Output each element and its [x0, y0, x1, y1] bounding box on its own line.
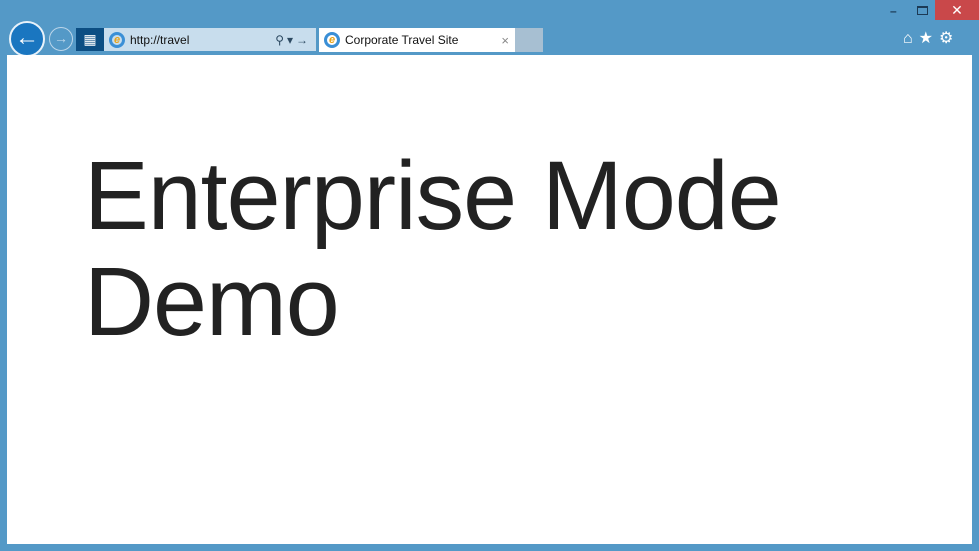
- tab-corporate-travel[interactable]: e Corporate Travel Site ×: [319, 28, 515, 52]
- gear-icon[interactable]: ⚙: [939, 30, 959, 47]
- star-icon[interactable]: ★: [919, 30, 939, 47]
- close-window-button[interactable]: ✕: [935, 0, 979, 20]
- minimize-button[interactable]: –: [890, 4, 897, 18]
- ie-icon: e: [109, 31, 125, 48]
- heading-line-2: Demo: [84, 247, 340, 356]
- page-content: Enterprise Mode Demo: [7, 55, 972, 544]
- heading-line-1: Enterprise Mode: [84, 141, 782, 250]
- new-tab-button[interactable]: [515, 28, 543, 52]
- enterprise-mode-icon[interactable]: ▦: [76, 28, 104, 51]
- forward-button[interactable]: →: [49, 27, 73, 51]
- close-tab-icon[interactable]: ×: [501, 33, 509, 48]
- address-bar[interactable]: e http://travel ⚲▾→: [104, 28, 316, 51]
- maximize-button[interactable]: [917, 6, 928, 15]
- back-button[interactable]: ←: [9, 21, 45, 57]
- search-dropdown-go-icons[interactable]: ⚲▾→: [275, 33, 316, 47]
- tab-title: Corporate Travel Site: [345, 33, 459, 47]
- page-title: Enterprise Mode Demo: [84, 143, 884, 355]
- ie-icon: e: [324, 32, 340, 48]
- home-icon[interactable]: ⌂: [903, 30, 919, 47]
- address-input[interactable]: http://travel: [130, 33, 189, 47]
